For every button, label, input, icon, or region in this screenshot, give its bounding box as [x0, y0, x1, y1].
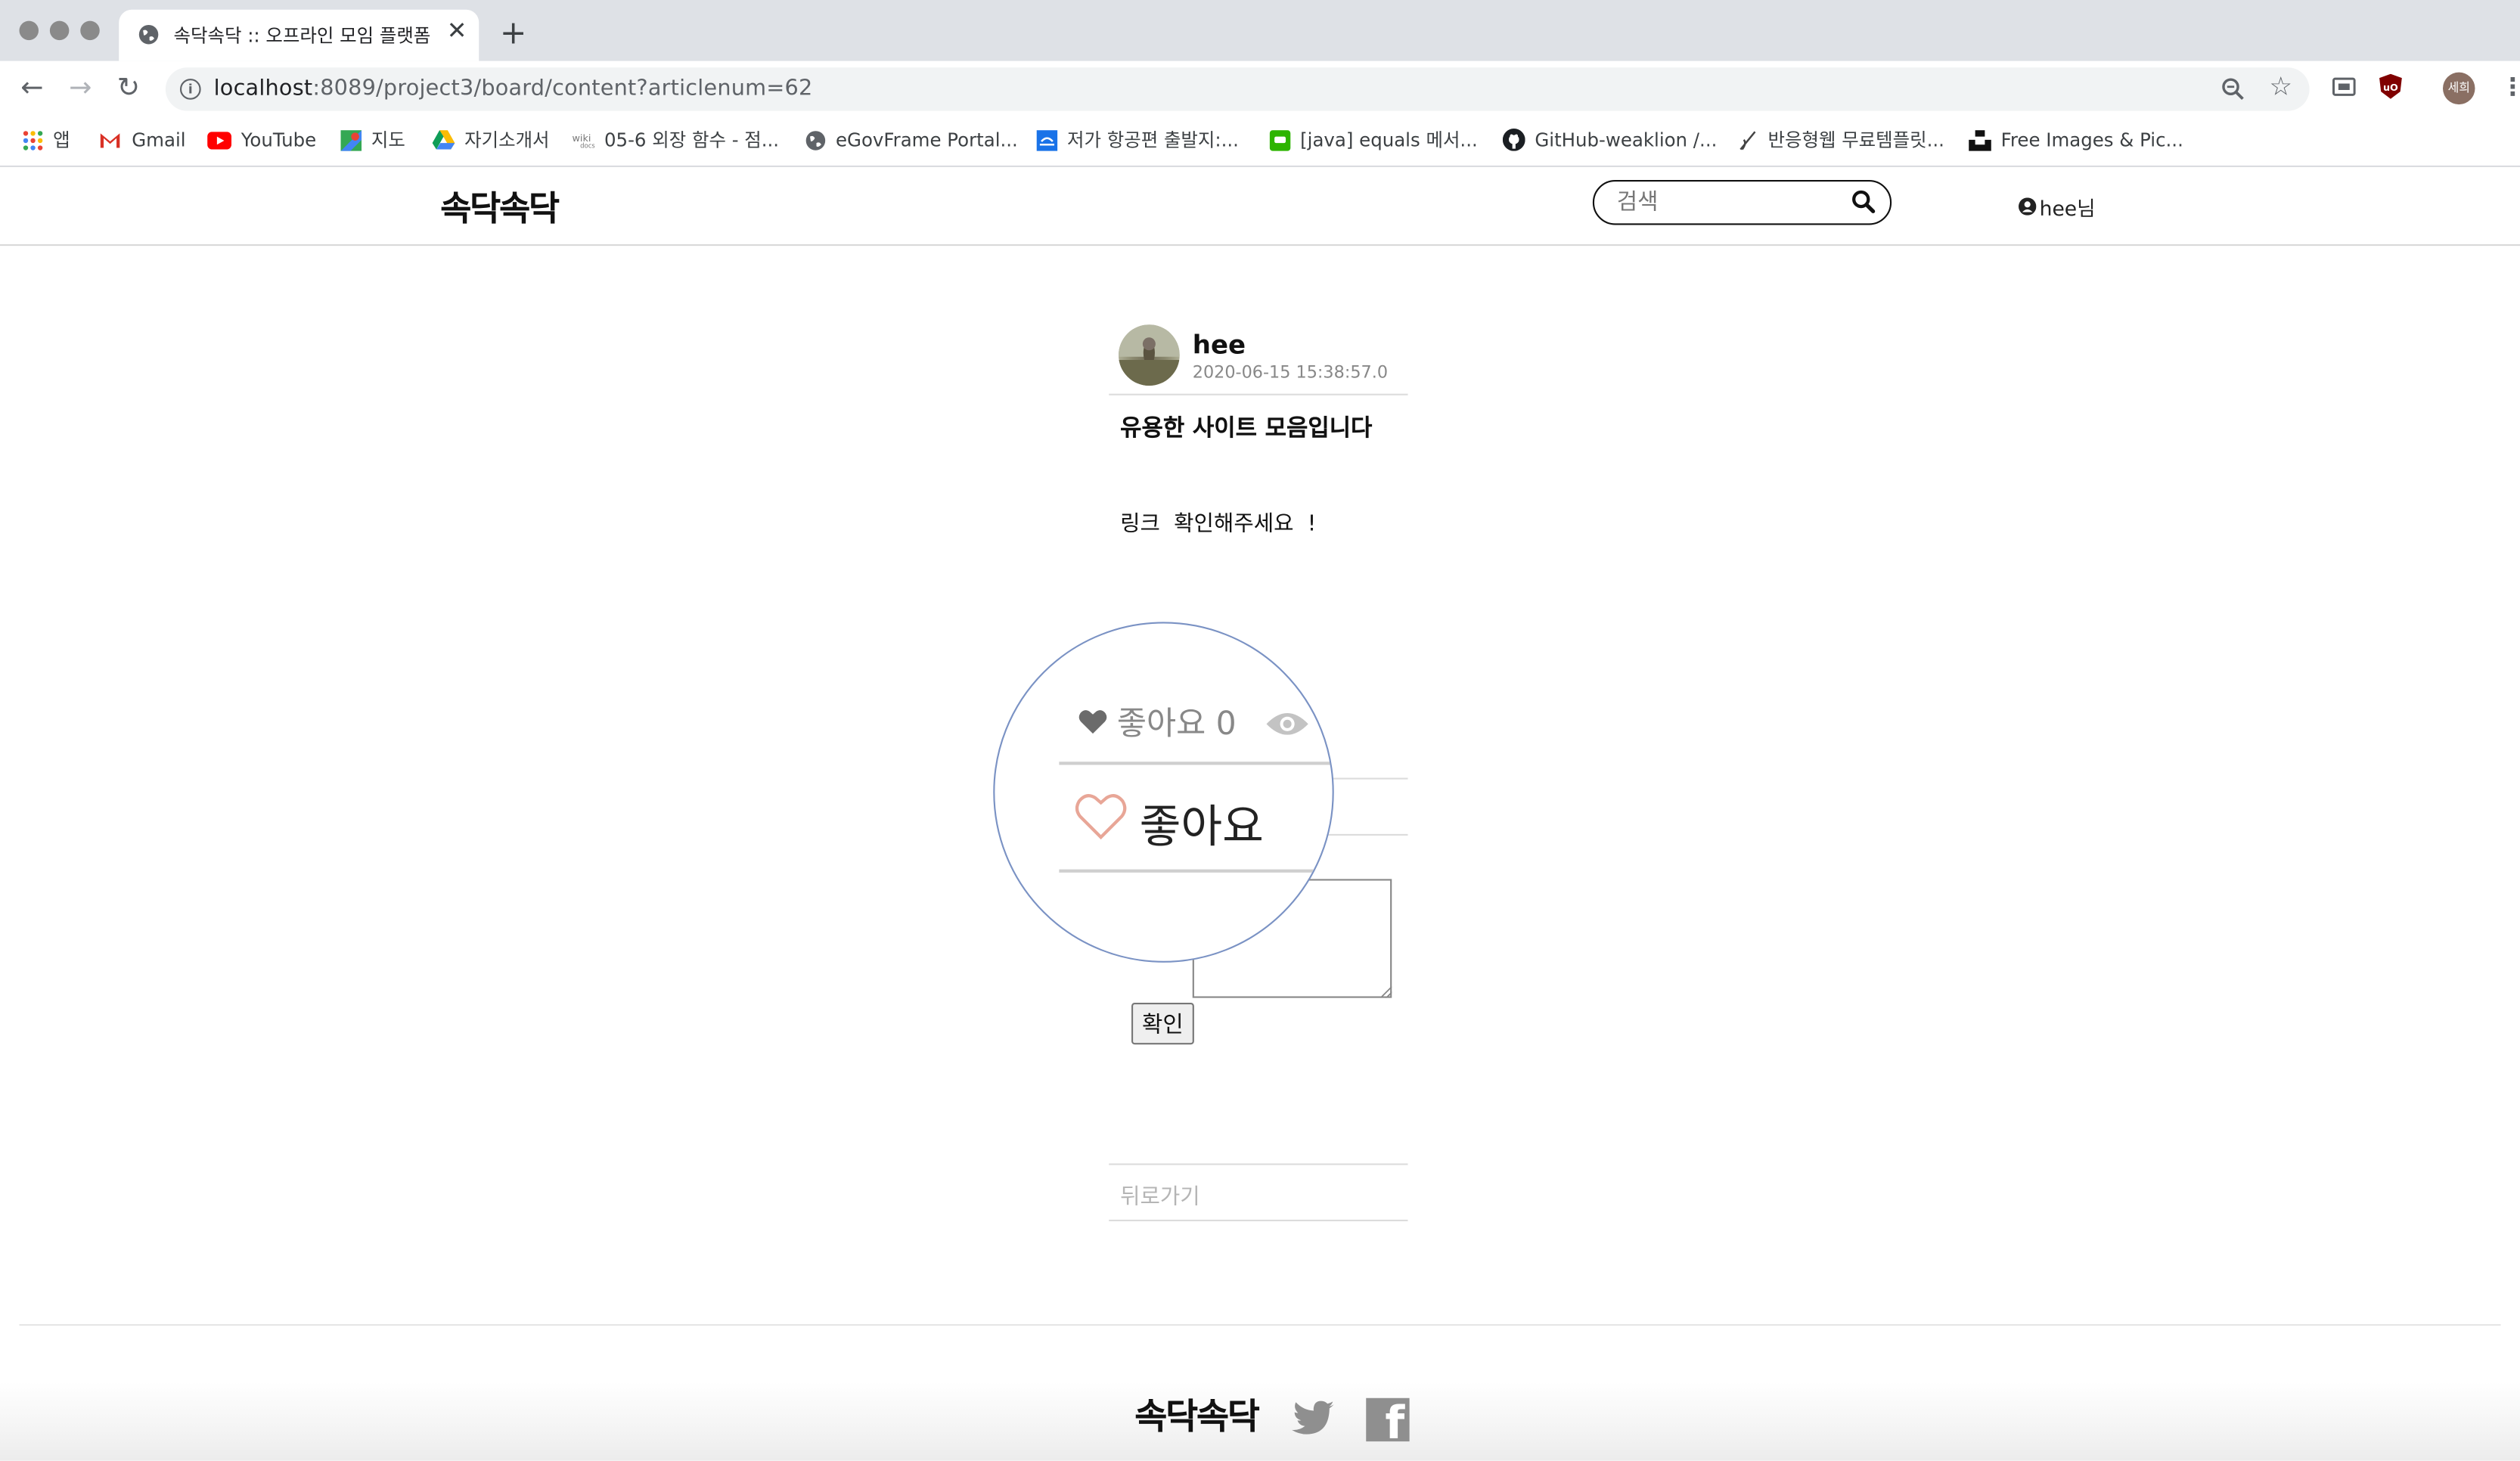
user-menu[interactable]: hee님	[2019, 191, 2096, 222]
site-info-icon[interactable]: i	[180, 79, 201, 100]
heart-outline-icon	[1075, 794, 1127, 840]
browser-tab-bar: 속닥속닥 :: 오프라인 모임 플랫폼 ✕ +	[0, 0, 2520, 61]
bookmark-item[interactable]: eGovFrame Portal...	[805, 127, 1018, 153]
bookmark-label: 반응형웹 무료템플릿...	[1767, 129, 1944, 151]
chat-icon	[1269, 129, 1291, 150]
divider	[1317, 833, 1408, 836]
maximize-window-button[interactable]	[80, 20, 100, 41]
browser-toolbar: ← → ↻ i localhost:8089/project3/board/co…	[0, 60, 2520, 116]
bookmark-item[interactable]: wiki docs 05-6 외장 함수 - 점...	[573, 127, 780, 153]
close-tab-icon[interactable]: ✕	[447, 18, 467, 44]
gmail-icon	[100, 132, 120, 147]
search-input[interactable]	[1616, 188, 1842, 217]
bookmark-star-icon[interactable]: ☆	[2270, 73, 2292, 99]
bookmark-item[interactable]: 앱	[23, 127, 70, 153]
like-button-label: 좋아요	[1139, 800, 1264, 854]
svg-text:docs: docs	[580, 143, 594, 148]
bookmark-label: 저가 항공편 출발지:...	[1067, 129, 1239, 151]
flight-icon	[1036, 129, 1058, 150]
bookmark-label: 자기소개서	[464, 129, 550, 151]
close-window-button[interactable]	[19, 20, 39, 41]
footer-divider	[19, 1324, 2501, 1326]
facebook-icon[interactable]: f	[1366, 1397, 1410, 1445]
post-date: 2020-06-15 15:38:57.0	[1192, 363, 1389, 383]
divider	[1109, 1219, 1408, 1221]
ublock-shield-icon[interactable]: uO	[2379, 73, 2403, 100]
like-count: 좋아요 0	[1078, 697, 1237, 744]
site-logo[interactable]: 속닥속닥	[440, 183, 560, 231]
back-arrow-icon[interactable]: ←	[16, 73, 48, 105]
divider	[1059, 869, 1317, 872]
browser-menu-icon[interactable]: ⋮	[2501, 73, 2520, 101]
bookmark-item[interactable]: Gmail	[98, 127, 186, 153]
bookmark-item[interactable]: 지도	[340, 127, 405, 153]
bookmark-label: eGovFrame Portal...	[836, 129, 1018, 151]
bookmark-item[interactable]: GitHub-weaklion /...	[1502, 127, 1718, 153]
url-text[interactable]: localhost:8089/project3/board/content?ar…	[214, 76, 813, 101]
search-icon[interactable]	[1851, 190, 1876, 214]
user-circle-icon	[2019, 197, 2037, 216]
youtube-icon	[207, 131, 231, 149]
new-tab-icon[interactable]: +	[500, 16, 527, 48]
avatar-photo	[1119, 324, 1180, 386]
bookmark-label: Free Images & Pic...	[2000, 129, 2183, 151]
drive-icon	[432, 130, 455, 150]
divider	[1109, 393, 1408, 395]
post-body: 링크 확인해주세요 !	[1120, 510, 1317, 537]
bookmark-item[interactable]: 반응형웹 무료템플릿...	[1737, 127, 1944, 153]
search-box	[1592, 180, 1892, 225]
minimize-window-button[interactable]	[49, 20, 70, 41]
github-icon	[1502, 129, 1525, 151]
author-name: hee	[1192, 329, 1246, 360]
post-title: 유용한 사이트 모음입니다	[1120, 416, 1373, 442]
svg-text:uO: uO	[2383, 82, 2398, 94]
bookmarks-bar: 앱 Gmail YouTube 지도 자기소개서 wiki docs 05-6 …	[0, 116, 2520, 167]
cast-icon[interactable]	[2332, 76, 2356, 98]
tab-title: 속닥속닥 :: 오프라인 모임 플랫폼	[173, 23, 431, 47]
user-name-label: hee님	[2039, 196, 2096, 221]
browser-tab-active[interactable]: 속닥속닥 :: 오프라인 모임 플랫폼 ✕	[119, 9, 479, 61]
like-button[interactable]: 좋아요	[1075, 776, 1264, 856]
reload-icon[interactable]: ↻	[113, 73, 145, 105]
eye-icon	[1266, 712, 1308, 735]
footer-band	[0, 1382, 2520, 1461]
divider	[1109, 1163, 1408, 1165]
zoom-icon[interactable]	[2221, 77, 2245, 101]
globe-icon	[805, 130, 826, 150]
bookmark-label: Gmail	[132, 129, 186, 151]
bookmark-item[interactable]: 저가 항공편 출발지:...	[1036, 127, 1239, 153]
back-link[interactable]: 뒤로가기	[1120, 1178, 1200, 1210]
divider	[1327, 777, 1408, 780]
profile-avatar[interactable]: 세희	[2443, 72, 2475, 105]
twitter-icon[interactable]	[1290, 1400, 1336, 1438]
bookmark-label: 앱	[53, 129, 70, 151]
bookmark-label: 지도	[371, 129, 405, 151]
heart-filled-icon	[1078, 709, 1107, 733]
avatar	[1119, 324, 1180, 386]
bookmark-item[interactable]: [java] equals 메서...	[1269, 127, 1478, 153]
bookmark-label: YouTube	[241, 129, 317, 151]
magnifier-overlay: 좋아요 0 좋아요	[993, 622, 1334, 963]
bookmark-item[interactable]: YouTube	[207, 127, 316, 153]
divider	[1059, 762, 1333, 765]
bookmark-item[interactable]: Free Images & Pic...	[1969, 127, 2183, 153]
site-header: 속닥속닥 hee님	[0, 167, 2520, 247]
resize-handle[interactable]	[1380, 986, 1392, 998]
bookmark-item[interactable]: 자기소개서	[432, 127, 550, 153]
like-count-label: 좋아요 0	[1116, 703, 1237, 743]
address-bar[interactable]: i localhost:8089/project3/board/content?…	[165, 67, 2310, 111]
apps-grid-icon	[23, 130, 43, 150]
bookmark-label: [java] equals 메서...	[1300, 129, 1478, 151]
unsplash-icon	[1969, 129, 1991, 150]
globe-icon	[138, 24, 159, 45]
bookmark-label: GitHub-weaklion /...	[1535, 129, 1718, 151]
pen-icon	[1739, 130, 1756, 150]
confirm-button[interactable]: 확인	[1131, 1003, 1194, 1045]
maps-icon	[340, 129, 362, 150]
footer-logo: 속닥속닥	[1134, 1396, 1260, 1438]
bookmark-label: 05-6 외장 함수 - 점...	[604, 129, 780, 151]
wikidocs-icon: wiki docs	[573, 133, 595, 148]
forward-arrow-icon[interactable]: →	[64, 73, 97, 105]
